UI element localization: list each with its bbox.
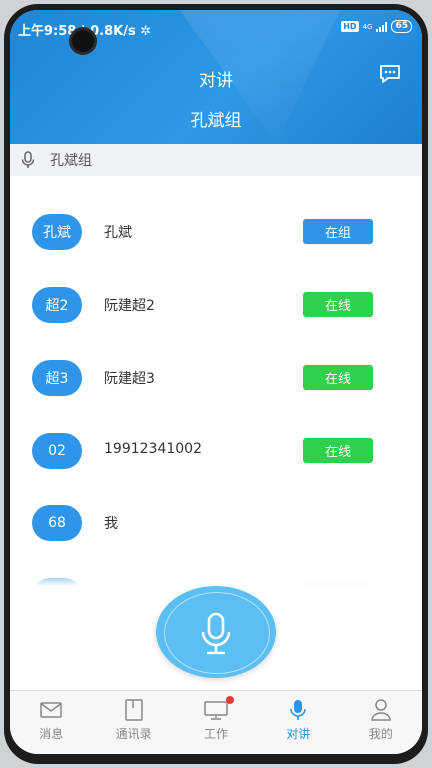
bottom-tab-bar: 消息 通讯录 工作 对讲 我的 (10, 690, 422, 754)
member-name: 19912341002 (104, 441, 202, 457)
list-item[interactable]: 68 我 (10, 501, 422, 557)
avatar: 超3 (32, 360, 82, 396)
member-name: 阮建超2 (104, 298, 155, 314)
list-item[interactable]: 超2 阮建超2 在线 (10, 283, 422, 339)
push-to-talk-button[interactable] (156, 586, 276, 678)
person-icon (371, 699, 391, 721)
microphone-icon (201, 612, 231, 655)
contacts-book-icon (124, 699, 143, 721)
signal-icon (376, 21, 388, 32)
member-name: 阮建超3 (104, 371, 155, 387)
group-selector-text: 孔斌组 (50, 153, 92, 169)
status-badge: 在线 (303, 438, 373, 463)
list-item[interactable]: 02 19912341002 在线 (10, 429, 422, 485)
page-title: 对讲 (199, 71, 233, 91)
status-badge: 在线 (303, 292, 373, 317)
monitor-icon (204, 701, 228, 720)
list-fade (10, 566, 422, 586)
status-badge: 在线 (303, 365, 373, 390)
member-name: 孔斌 (104, 225, 132, 241)
list-item[interactable]: 孔斌 孔斌 在组 (10, 210, 422, 266)
microphone-icon (290, 700, 307, 720)
tab-messages[interactable]: 消息 (10, 691, 92, 754)
camera-cutout (72, 30, 94, 52)
microphone-icon (21, 151, 35, 168)
chat-bubble-icon[interactable] (378, 62, 402, 86)
status-badge: 在组 (303, 219, 373, 244)
tab-me[interactable]: 我的 (340, 691, 422, 754)
battery-icon: 65 (391, 20, 412, 33)
tab-label: 通讯录 (115, 727, 152, 741)
avatar: 超2 (32, 287, 82, 323)
hd-badge: HD (341, 21, 359, 32)
tab-contacts[interactable]: 通讯录 (92, 691, 174, 754)
avatar: 02 (32, 433, 82, 469)
tab-label: 消息 (39, 727, 64, 741)
phone-frame: 上午9:58 | 0.8K/s ✲ HD 4G 65 对讲 (4, 4, 428, 764)
member-list[interactable]: 孔斌 孔斌 在组 超2 阮建超2 在线 超3 阮建超3 在线 02 199123… (10, 176, 422, 586)
tab-work[interactable]: 工作 (175, 691, 257, 754)
group-title: 孔斌组 (190, 111, 242, 131)
tab-label: 工作 (204, 727, 229, 741)
tab-label: 我的 (368, 727, 393, 741)
avatar: 孔斌 (32, 214, 82, 250)
avatar: 68 (32, 505, 82, 541)
member-name: 我 (104, 516, 118, 532)
screen: 上午9:58 | 0.8K/s ✲ HD 4G 65 对讲 (10, 10, 422, 754)
status-icons: HD 4G 65 (341, 20, 412, 33)
notification-dot (226, 696, 235, 704)
mail-icon (40, 702, 62, 718)
tab-label: 对讲 (286, 727, 311, 741)
group-selector[interactable]: 孔斌组 (10, 144, 422, 176)
network-label: 4G (362, 22, 373, 31)
header: 上午9:58 | 0.8K/s ✲ HD 4G 65 对讲 (10, 10, 422, 144)
list-item[interactable]: 超3 阮建超3 在线 (10, 356, 422, 412)
tab-intercom[interactable]: 对讲 (257, 691, 339, 754)
